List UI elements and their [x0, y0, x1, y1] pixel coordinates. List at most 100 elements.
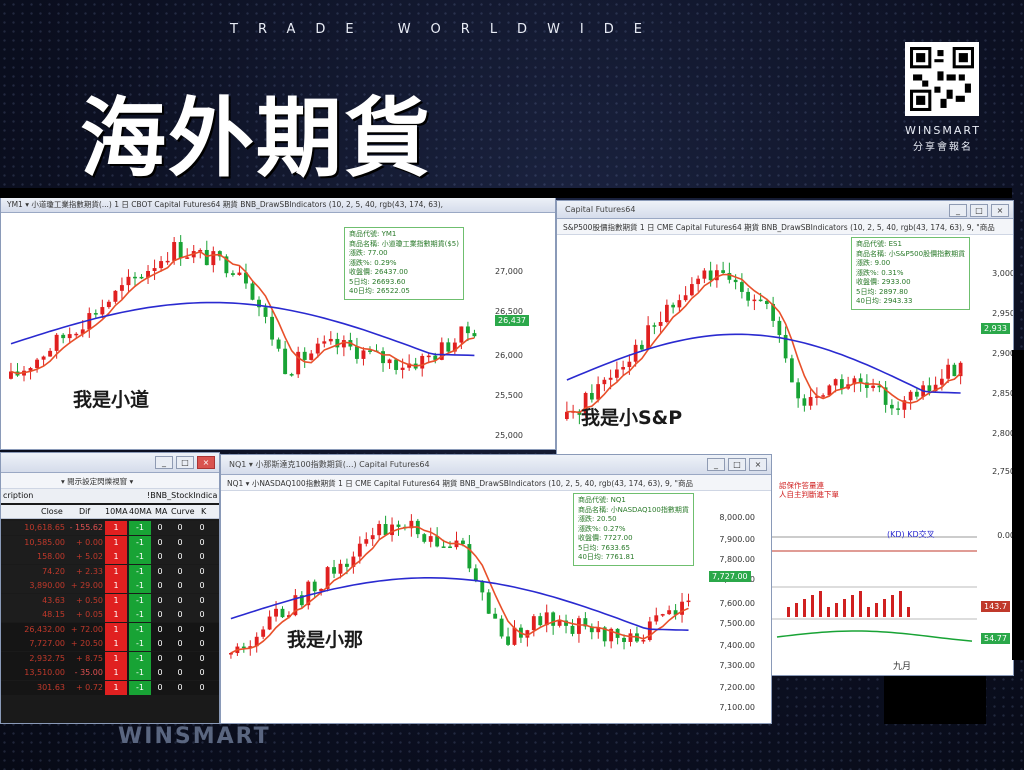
candle-body: [740, 282, 744, 292]
col-40ma[interactable]: 40MA: [129, 507, 152, 516]
ma10-cell: 1: [105, 579, 127, 593]
volume-bar: [875, 603, 878, 617]
table-row[interactable]: 43.63 + 0.50 1 -1 0 0 0: [1, 593, 219, 608]
watchlist-window[interactable]: _ □ × ▾ 閱示設定閃爍視窗 ▾ cription !BNB_StockIn…: [0, 452, 220, 724]
ma40-cell: -1: [129, 521, 151, 535]
minimize-button[interactable]: _: [155, 456, 173, 469]
sp-titlebar[interactable]: Capital Futures64 _ □ ×: [557, 201, 1013, 219]
watchlist-titlebar[interactable]: _ □ ×: [1, 453, 219, 473]
ma40-cell: -1: [129, 651, 151, 666]
close-cell: 2,932.75: [29, 653, 65, 663]
curve-cell: 0: [177, 668, 183, 677]
candle-body: [472, 333, 477, 337]
kd-cell: 0: [199, 552, 205, 561]
curve-cell: 0: [177, 653, 183, 663]
col-close[interactable]: Close: [41, 507, 63, 516]
candle-body: [61, 334, 66, 339]
maximize-button[interactable]: □: [728, 458, 746, 471]
qr-code[interactable]: [905, 42, 979, 116]
nq-chart-window[interactable]: NQ1 ▾ 小那斯達克100指數期貨(...) Capital Futures6…: [220, 454, 772, 724]
kd-cell: 0: [199, 610, 205, 619]
dow-titlebar[interactable]: YM1 ▾ 小道瓊工業指數期貨(...) 1 日 CBOT Capital Fu…: [1, 197, 555, 213]
close-button[interactable]: ×: [749, 458, 767, 471]
close-button[interactable]: ×: [991, 204, 1009, 217]
description-header: cription: [3, 491, 34, 500]
ma10-cell: 1: [105, 564, 127, 579]
nq-toolbar: NQ1 ▾ 小NASDAQ100指數期貨 1 日 CME Capital Fut…: [221, 475, 771, 491]
ma-slow-line: [230, 577, 689, 631]
close-cell: 10,618.65: [24, 523, 65, 532]
candle-body: [338, 563, 343, 574]
ma-cell: 0: [157, 595, 163, 605]
candle-body: [139, 276, 144, 279]
curve-cell: 0: [177, 523, 183, 532]
curve-cell: 0: [177, 639, 183, 648]
maximize-button[interactable]: □: [176, 456, 194, 469]
table-row[interactable]: 2,932.75 + 8.75 1 -1 0 0 0: [1, 651, 219, 666]
candle-body: [465, 326, 470, 334]
footer-watermark: WINSMART: [118, 724, 271, 749]
kd-cell: 0: [199, 581, 205, 590]
diff-cell: + 0.05: [75, 610, 103, 619]
candle-body: [394, 359, 399, 370]
table-row[interactable]: 7,727.00 + 20.50 1 -1 0 0 0: [1, 637, 219, 651]
nq-price-tag: 7,727.00: [709, 571, 751, 582]
candle-body: [499, 618, 504, 637]
ma10-cell: 1: [105, 550, 127, 564]
table-row[interactable]: 10,585.00 + 0.00 1 -1 0 0 0: [1, 535, 219, 550]
candle-body: [241, 646, 246, 649]
close-button[interactable]: ×: [197, 456, 215, 469]
candle-body: [35, 359, 40, 369]
volume-bar: [835, 603, 838, 617]
nq-titlebar[interactable]: NQ1 ▾ 小那斯達克100指數期貨(...) Capital Futures6…: [221, 455, 771, 475]
candle-body: [377, 524, 382, 536]
col-10ma[interactable]: 10MA: [105, 507, 128, 516]
ma-cell: 0: [157, 624, 163, 634]
dow-annotation: 我是小道: [73, 389, 150, 411]
ma40-cell: -1: [129, 550, 151, 564]
close-cell: 10,585.00: [24, 537, 65, 547]
col-kd[interactable]: K: [201, 507, 206, 516]
candle-body: [946, 364, 950, 379]
table-row[interactable]: 48.15 + 0.05 1 -1 0 0 0: [1, 608, 219, 622]
table-header: Close Dif 10MA 40MA MA Curve K: [1, 505, 219, 519]
kd-cell: 0: [199, 537, 205, 547]
candle-body: [126, 276, 131, 286]
candle-body: [733, 279, 738, 283]
dow-chart-window[interactable]: YM1 ▾ 小道瓊工業指數期貨(...) 1 日 CBOT Capital Fu…: [0, 196, 556, 450]
table-row[interactable]: 13,510.00 - 35.00 1 -1 0 0 0: [1, 666, 219, 680]
volume-bar: [883, 599, 886, 617]
candle-body: [309, 353, 314, 360]
maximize-button[interactable]: □: [970, 204, 988, 217]
candle-body: [486, 592, 491, 614]
table-row[interactable]: 301.63 + 0.72 1 -1 0 0 0: [1, 680, 219, 695]
minimize-button[interactable]: _: [949, 204, 967, 217]
bottom-black-block: [884, 676, 986, 724]
sp-annotation: 我是小S&P: [581, 407, 683, 429]
info-line: 商品代號: NQ1: [578, 496, 626, 504]
minimize-button[interactable]: _: [707, 458, 725, 471]
table-row[interactable]: 26,432.00 + 72.00 1 -1 0 0 0: [1, 622, 219, 637]
close-cell: 3,890.00: [29, 581, 65, 590]
table-row[interactable]: 158.00 + 5.02 1 -1 0 0 0: [1, 550, 219, 564]
col-ma[interactable]: MA: [155, 507, 167, 516]
volume-bar: [819, 591, 822, 617]
candle-body: [671, 304, 675, 308]
dow-chart-title: YM1 ▾ 小道瓊工業指數期貨(...) 1 日 CBOT Capital Fu…: [7, 200, 444, 209]
candle-body: [551, 612, 556, 626]
candle-body: [229, 653, 233, 655]
candle-body: [396, 524, 401, 527]
table-row[interactable]: 10,618.65 - 155.62 1 -1 0 0 0: [1, 521, 219, 535]
info-line: 商品名稱: 小NASDAQ100指數期貨: [578, 505, 689, 514]
ma-cell: 0: [157, 523, 163, 532]
sp-volume-tag: 143.7: [981, 601, 1010, 612]
kd-label: (KD) KD交叉: [887, 530, 935, 539]
volume-bar: [907, 607, 910, 617]
table-row[interactable]: 3,890.00 + 29.00 1 -1 0 0 0: [1, 579, 219, 593]
col-curve[interactable]: Curve: [171, 507, 195, 516]
table-row[interactable]: 74.20 + 2.33 1 -1 0 0 0: [1, 564, 219, 579]
sp-y-tick: 2,850: [992, 389, 1014, 398]
candle-body: [683, 295, 688, 301]
col-dif[interactable]: Dif: [79, 507, 90, 516]
diff-cell: + 72.00: [70, 624, 103, 634]
